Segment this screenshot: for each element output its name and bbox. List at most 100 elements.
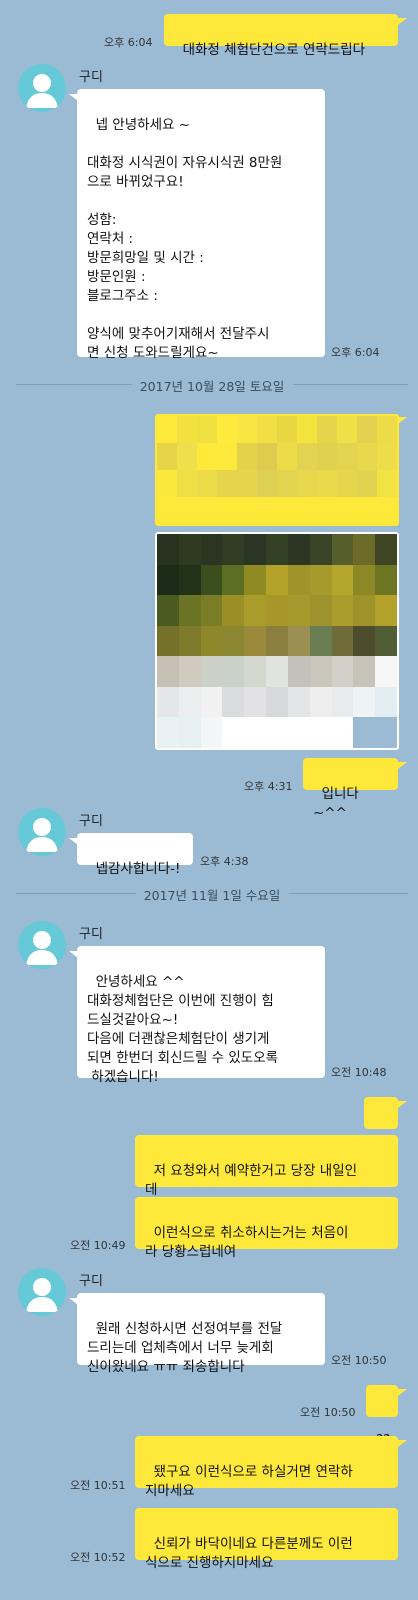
mosaic-cell <box>157 443 177 470</box>
mosaic-cell <box>237 443 257 470</box>
mosaic-cell <box>200 656 223 687</box>
mosaic-cell <box>222 625 245 657</box>
mosaic-cell <box>222 534 245 565</box>
shared-photo[interactable] <box>155 532 399 750</box>
mosaic-cell <box>317 416 337 443</box>
mosaic-cell <box>309 717 332 748</box>
mosaic-cell <box>287 717 310 748</box>
mosaic-cell <box>297 416 317 443</box>
message-text: 이런식으로 취소하시는거는 처음이 라 당황스럽네여 <box>145 1225 349 1260</box>
my-message-bubble[interactable]: 됐구요 이런식으로 하실거면 연락하 지마세요 <box>135 1436 398 1499</box>
mosaic-cell <box>287 625 310 657</box>
mosaic-cell <box>157 497 177 524</box>
mosaic-cell <box>375 625 397 657</box>
mosaic-cell <box>217 443 237 470</box>
mosaic-cell <box>297 497 317 524</box>
shared-photo[interactable] <box>155 414 399 526</box>
contact-avatar[interactable] <box>18 64 66 112</box>
mosaic-cell <box>244 595 267 626</box>
mosaic-cell <box>337 497 357 524</box>
mosaic-cell <box>157 686 179 718</box>
mosaic-cell <box>375 564 397 596</box>
their-message-bubble[interactable]: 안녕하세요 ^^ 대화정체험단은 이번에 진행이 힘 드실것같아요~! 다음에 … <box>77 946 325 1085</box>
blurred-image <box>157 534 397 748</box>
mosaic-cell <box>237 497 257 524</box>
mosaic-cell <box>287 534 310 565</box>
mosaic-cell <box>200 625 223 657</box>
mosaic-cell <box>337 416 357 443</box>
mosaic-cell <box>244 717 267 748</box>
their-message-bubble[interactable]: 넵 안녕하세요 ~ 대화정 시식권이 자유시식권 8만원 으로 바뀌었구요! 성… <box>77 89 325 361</box>
my-message-bubble[interactable]: 대화정 체험단건으로 연락드립다 <box>164 14 398 58</box>
mosaic-cell <box>353 625 376 657</box>
mosaic-cell <box>200 534 223 565</box>
mosaic-cell <box>178 564 201 596</box>
mosaic-cell <box>309 564 332 596</box>
my-message-bubble[interactable]: 헐 <box>364 1097 398 1160</box>
mosaic-cell <box>309 656 332 687</box>
bubble-tail <box>398 762 407 769</box>
timestamp: 오후 4:31 <box>244 780 293 793</box>
mosaic-cell <box>375 534 397 565</box>
mosaic-cell <box>157 564 179 596</box>
mosaic-cell <box>157 717 179 748</box>
mosaic-cell <box>353 595 376 626</box>
mosaic-cell <box>244 564 267 596</box>
their-message-bubble[interactable]: 원래 신청하시면 선정여부를 전달 드리는데 업체측에서 너무 늦게회 신이왔네… <box>77 1293 325 1375</box>
contact-avatar[interactable] <box>18 921 66 969</box>
bubble-tail <box>398 1101 407 1108</box>
person-icon <box>26 931 58 965</box>
mosaic-cell <box>244 625 267 657</box>
mosaic-cell <box>331 656 354 687</box>
mosaic-cell <box>197 470 217 497</box>
mosaic-cell <box>317 443 337 470</box>
date-label: 2017년 10월 28일 토요일 <box>131 376 293 395</box>
date-label: 2017년 11월 1일 수요일 <box>135 885 289 904</box>
mosaic-cell <box>157 534 179 565</box>
mosaic-cell <box>200 686 223 718</box>
person-icon <box>26 74 58 108</box>
my-message-bubble[interactable]: ?? <box>366 1385 398 1448</box>
mosaic-cell <box>357 443 377 470</box>
my-message-bubble[interactable]: 이런식으로 취소하시는거는 처음이 라 당황스럽네여 <box>135 1197 398 1260</box>
mosaic-cell <box>277 497 297 524</box>
message-text: 넵감사합니다-! <box>95 861 181 877</box>
mosaic-cell <box>331 534 354 565</box>
contact-avatar[interactable] <box>18 808 66 856</box>
mosaic-cell <box>309 625 332 657</box>
mosaic-cell <box>178 717 201 748</box>
mosaic-cell <box>177 497 197 524</box>
mosaic-cell <box>244 534 267 565</box>
contact-name: 구디 <box>79 70 103 85</box>
mosaic-cell <box>357 470 377 497</box>
bubble-tail <box>398 417 407 424</box>
mosaic-cell <box>287 656 310 687</box>
mosaic-cell <box>178 656 201 687</box>
message-text: 입니다~^^ <box>313 786 359 821</box>
mosaic-cell <box>309 534 332 565</box>
mosaic-cell <box>377 470 397 497</box>
my-message-bubble[interactable]: 신뢰가 바닥이네요 다른분께도 이런 식으로 진행하지마세요 <box>135 1508 398 1571</box>
contact-avatar[interactable] <box>18 1268 66 1316</box>
mosaic-cell <box>177 416 197 443</box>
mosaic-cell <box>200 564 223 596</box>
mosaic-cell <box>297 443 317 470</box>
mosaic-cell <box>257 497 277 524</box>
message-text: 원래 신청하시면 선정여부를 전달 드리는데 업체측에서 너무 늦게회 신이왔네… <box>87 1321 283 1375</box>
my-message-bubble[interactable]: 입니다~^^ <box>303 758 398 821</box>
mosaic-cell <box>197 416 217 443</box>
mosaic-cell <box>297 470 317 497</box>
contact-name: 구디 <box>79 927 103 942</box>
mosaic-cell <box>197 443 217 470</box>
mosaic-cell <box>375 656 397 687</box>
mosaic-cell <box>177 470 197 497</box>
their-message-bubble[interactable]: 넵감사합니다-! <box>77 833 193 877</box>
timestamp: 오전 10:49 <box>70 1239 126 1252</box>
timestamp: 오전 10:50 <box>331 1354 387 1367</box>
date-divider: 2017년 10월 28일 토요일 <box>16 374 408 395</box>
mosaic-cell <box>200 595 223 626</box>
mosaic-cell <box>178 625 201 657</box>
mosaic-cell <box>277 443 297 470</box>
my-message-bubble[interactable]: 저 요청와서 예약한거고 당장 내일인 데 <box>135 1135 398 1198</box>
mosaic-cell <box>377 443 397 470</box>
